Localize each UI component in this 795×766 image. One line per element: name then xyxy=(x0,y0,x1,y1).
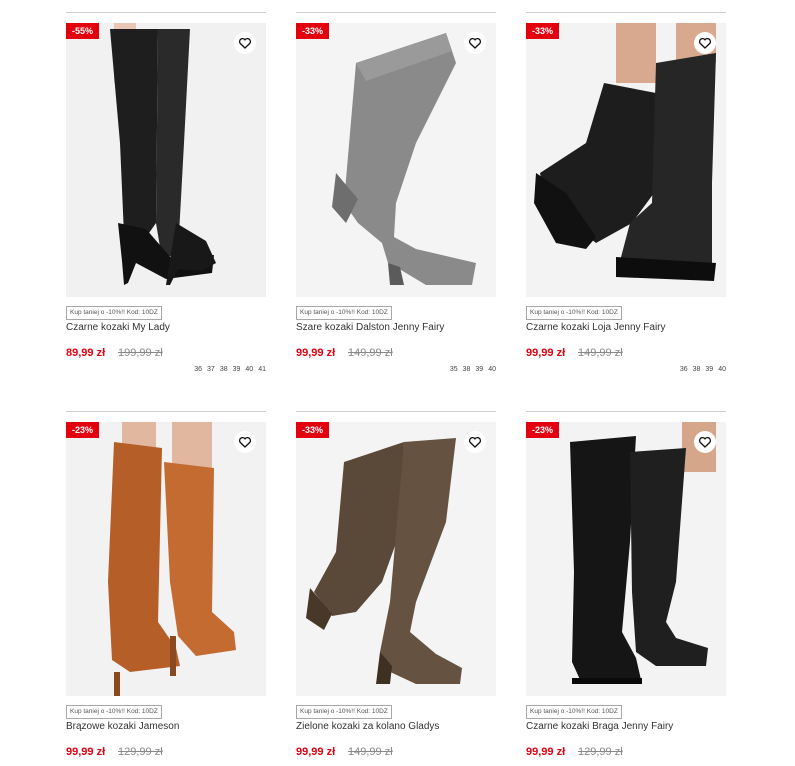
discount-badge: -33% xyxy=(526,23,560,39)
product-price: 89,99 zł xyxy=(66,347,106,359)
product-name[interactable]: Czarne kozaki Loja Jenny Fairy xyxy=(526,322,666,333)
product-image[interactable] xyxy=(296,23,496,297)
discount-badge: -55% xyxy=(66,23,100,39)
divider xyxy=(296,12,496,13)
size-option[interactable]: 39 xyxy=(233,366,241,373)
size-option[interactable]: 40 xyxy=(245,366,253,373)
size-option[interactable]: 41 xyxy=(258,366,266,373)
product-image[interactable] xyxy=(526,23,726,297)
product-name[interactable]: Czarne kozaki Braga Jenny Fairy xyxy=(526,721,673,732)
product-image[interactable] xyxy=(66,23,266,297)
product-name[interactable]: Czarne kozaki My Lady xyxy=(66,322,170,333)
size-option[interactable]: 35 xyxy=(450,366,458,373)
discount-badge: -23% xyxy=(526,422,560,438)
discount-badge: -33% xyxy=(296,23,330,39)
promo-code-label: Kup taniej o -10%!! Kod: 10DZ xyxy=(526,306,622,320)
product-name[interactable]: Szare kozaki Dalston Jenny Fairy xyxy=(296,322,444,333)
wishlist-heart-icon[interactable] xyxy=(694,32,716,54)
product-old-price: 199,99 zł xyxy=(118,347,163,359)
size-option[interactable]: 40 xyxy=(718,366,726,373)
product-old-price: 149,99 zł xyxy=(348,347,393,359)
product-price: 99,99 zł xyxy=(526,347,566,359)
wishlist-heart-icon[interactable] xyxy=(234,32,256,54)
size-option[interactable]: 37 xyxy=(207,366,215,373)
divider xyxy=(296,411,496,412)
promo-code-label: Kup taniej o -10%!! Kod: 10DZ xyxy=(66,705,162,719)
product-old-price: 149,99 zł xyxy=(348,746,393,758)
product-price: 99,99 zł xyxy=(296,347,336,359)
divider xyxy=(526,411,726,412)
size-list: 36 38 39 40 xyxy=(680,366,726,373)
promo-code-label: Kup taniej o -10%!! Kod: 10DZ xyxy=(526,705,622,719)
divider xyxy=(66,12,266,13)
size-option[interactable]: 38 xyxy=(220,366,228,373)
divider xyxy=(66,411,266,412)
wishlist-heart-icon[interactable] xyxy=(694,431,716,453)
size-option[interactable]: 40 xyxy=(488,366,496,373)
size-option[interactable]: 36 xyxy=(194,366,202,373)
product-image[interactable] xyxy=(66,422,266,696)
promo-code-label: Kup taniej o -10%!! Kod: 10DZ xyxy=(66,306,162,320)
product-price: 99,99 zł xyxy=(526,746,566,758)
product-price: 99,99 zł xyxy=(296,746,336,758)
product-image[interactable] xyxy=(296,422,496,696)
product-image[interactable] xyxy=(526,422,726,696)
promo-code-label: Kup taniej o -10%!! Kod: 10DZ xyxy=(296,705,392,719)
product-price: 99,99 zł xyxy=(66,746,106,758)
size-list: 35 38 39 40 xyxy=(450,366,496,373)
size-option[interactable]: 39 xyxy=(705,366,713,373)
discount-badge: -33% xyxy=(296,422,330,438)
wishlist-heart-icon[interactable] xyxy=(234,431,256,453)
size-option[interactable]: 39 xyxy=(475,366,483,373)
product-name[interactable]: Zielone kozaki za kolano Gladys xyxy=(296,721,439,732)
size-option[interactable]: 38 xyxy=(463,366,471,373)
wishlist-heart-icon[interactable] xyxy=(464,431,486,453)
size-option[interactable]: 38 xyxy=(693,366,701,373)
product-name[interactable]: Brązowe kozaki Jameson xyxy=(66,721,179,732)
size-option[interactable]: 36 xyxy=(680,366,688,373)
product-old-price: 129,99 zł xyxy=(118,746,163,758)
discount-badge: -23% xyxy=(66,422,100,438)
divider xyxy=(526,12,726,13)
size-list: 36 37 38 39 40 41 xyxy=(194,366,266,373)
wishlist-heart-icon[interactable] xyxy=(464,32,486,54)
product-old-price: 129,99 zł xyxy=(578,746,623,758)
product-old-price: 149,99 zł xyxy=(578,347,623,359)
promo-code-label: Kup taniej o -10%!! Kod: 10DZ xyxy=(296,306,392,320)
